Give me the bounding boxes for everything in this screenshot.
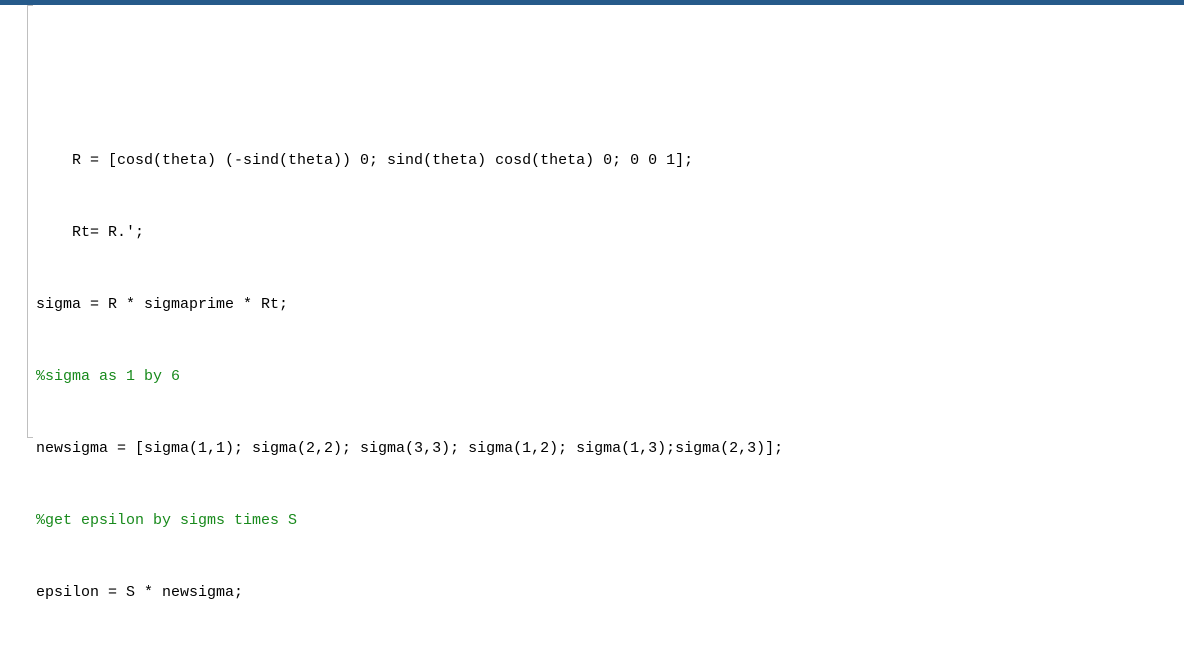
- code-editor-area[interactable]: R = [cosd(theta) (-sind(theta)) 0; sind(…: [0, 5, 1184, 652]
- code-line: R = [cosd(theta) (-sind(theta)) 0; sind(…: [36, 152, 693, 169]
- code-fold-tick-top: [27, 5, 33, 6]
- code-line: Rt= R.';: [36, 224, 144, 241]
- code-comment: %get epsilon by sigms times S: [36, 512, 297, 529]
- code-line: newsigma = [sigma(1,1); sigma(2,2); sigm…: [36, 440, 783, 457]
- code-fold-line: [27, 5, 30, 437]
- code-comment: %sigma as 1 by 6: [36, 368, 180, 385]
- code-fold-tick-bottom: [27, 437, 33, 438]
- code-line: sigma = R * sigmaprime * Rt;: [36, 296, 288, 313]
- code-line: epsilon = S * newsigma;: [36, 584, 243, 601]
